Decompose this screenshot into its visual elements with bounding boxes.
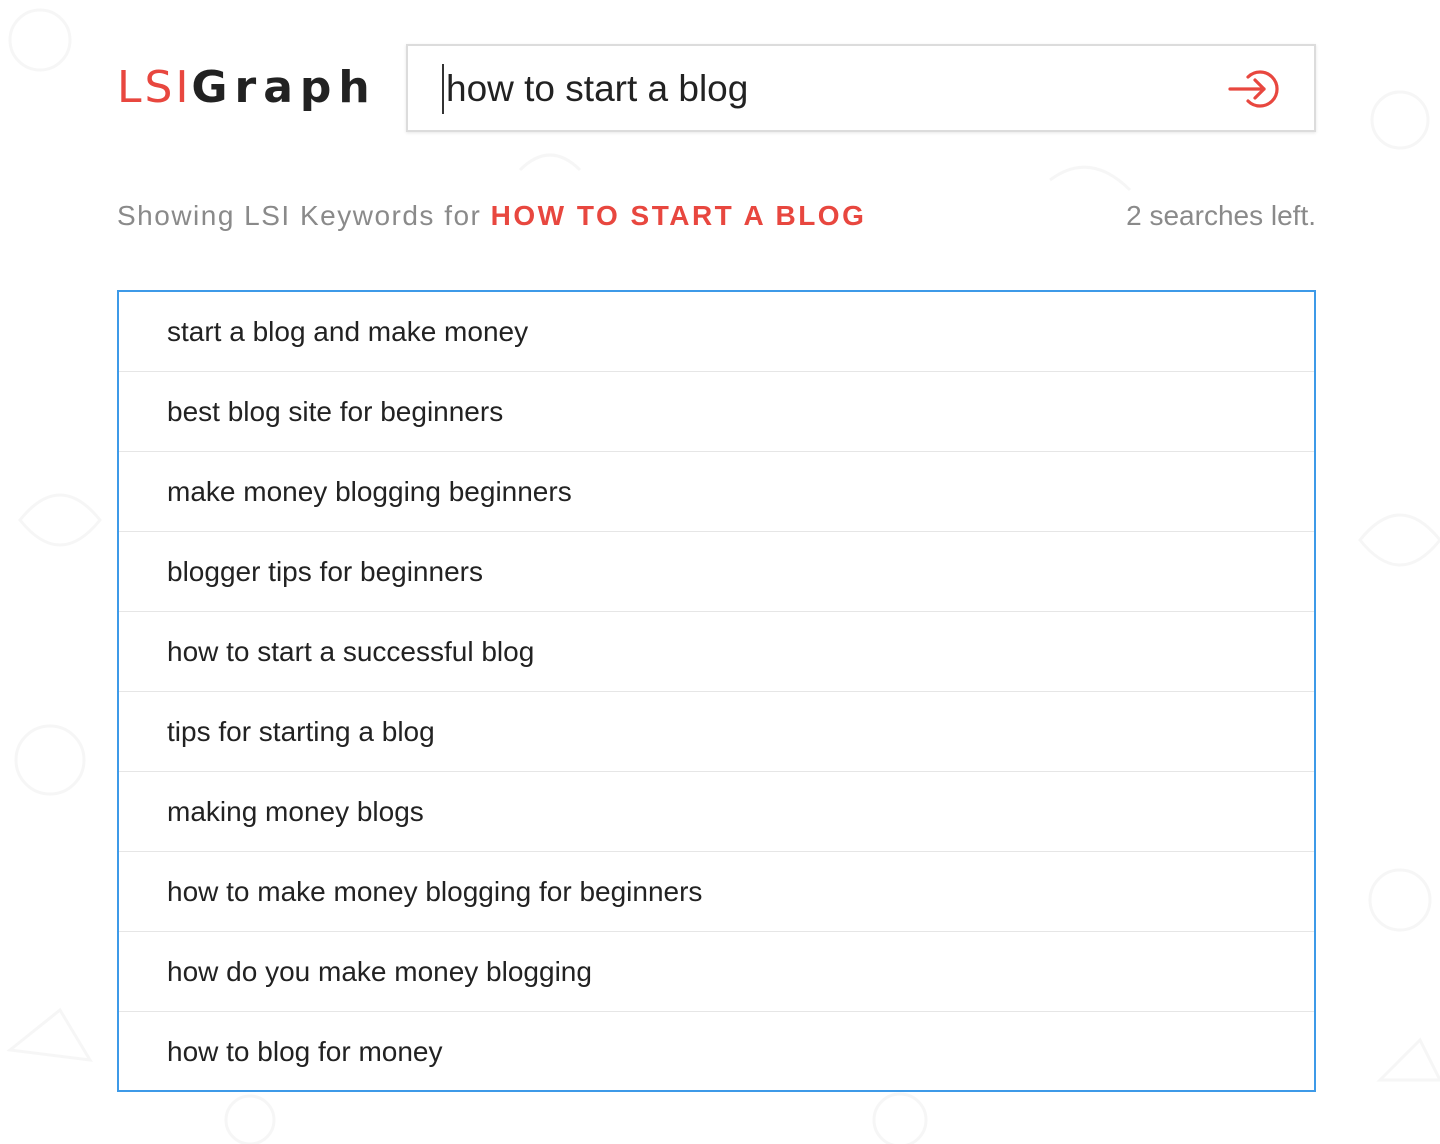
- enter-arrow-icon: [1228, 70, 1279, 108]
- logo-graph: Graph: [191, 62, 377, 113]
- searches-left-counter: 2 searches left.: [1126, 200, 1316, 231]
- search-box: [406, 44, 1316, 132]
- keyword-result-item[interactable]: blogger tips for beginners: [119, 532, 1314, 612]
- keyword-result-item[interactable]: how to blog for money: [119, 1012, 1314, 1092]
- results-heading: Showing LSI Keywords for HOW TO START A …: [117, 200, 866, 232]
- keyword-result-item[interactable]: how to make money blogging for beginners: [119, 852, 1314, 932]
- search-input[interactable]: [442, 64, 1222, 114]
- keyword-result-item[interactable]: how to start a successful blog: [119, 612, 1314, 692]
- query-highlight: HOW TO START A BLOG: [490, 200, 867, 231]
- showing-prefix: Showing LSI Keywords for: [117, 200, 482, 231]
- page: LSIGraph Showing LSI Keywords for HOW TO…: [0, 0, 1440, 1144]
- search-submit-button[interactable]: [1228, 66, 1280, 112]
- lsigraph-logo[interactable]: LSIGraph: [117, 62, 377, 114]
- keyword-result-item[interactable]: make money blogging beginners: [119, 452, 1314, 532]
- keyword-result-item[interactable]: best blog site for beginners: [119, 372, 1314, 452]
- keyword-result-item[interactable]: start a blog and make money: [119, 292, 1314, 372]
- logo-lsi: LSI: [117, 62, 192, 113]
- keyword-result-item[interactable]: making money blogs: [119, 772, 1314, 852]
- keyword-result-item[interactable]: how do you make money blogging: [119, 932, 1314, 1012]
- keyword-result-item[interactable]: tips for starting a blog: [119, 692, 1314, 772]
- keyword-results-list: start a blog and make money best blog si…: [117, 290, 1316, 1092]
